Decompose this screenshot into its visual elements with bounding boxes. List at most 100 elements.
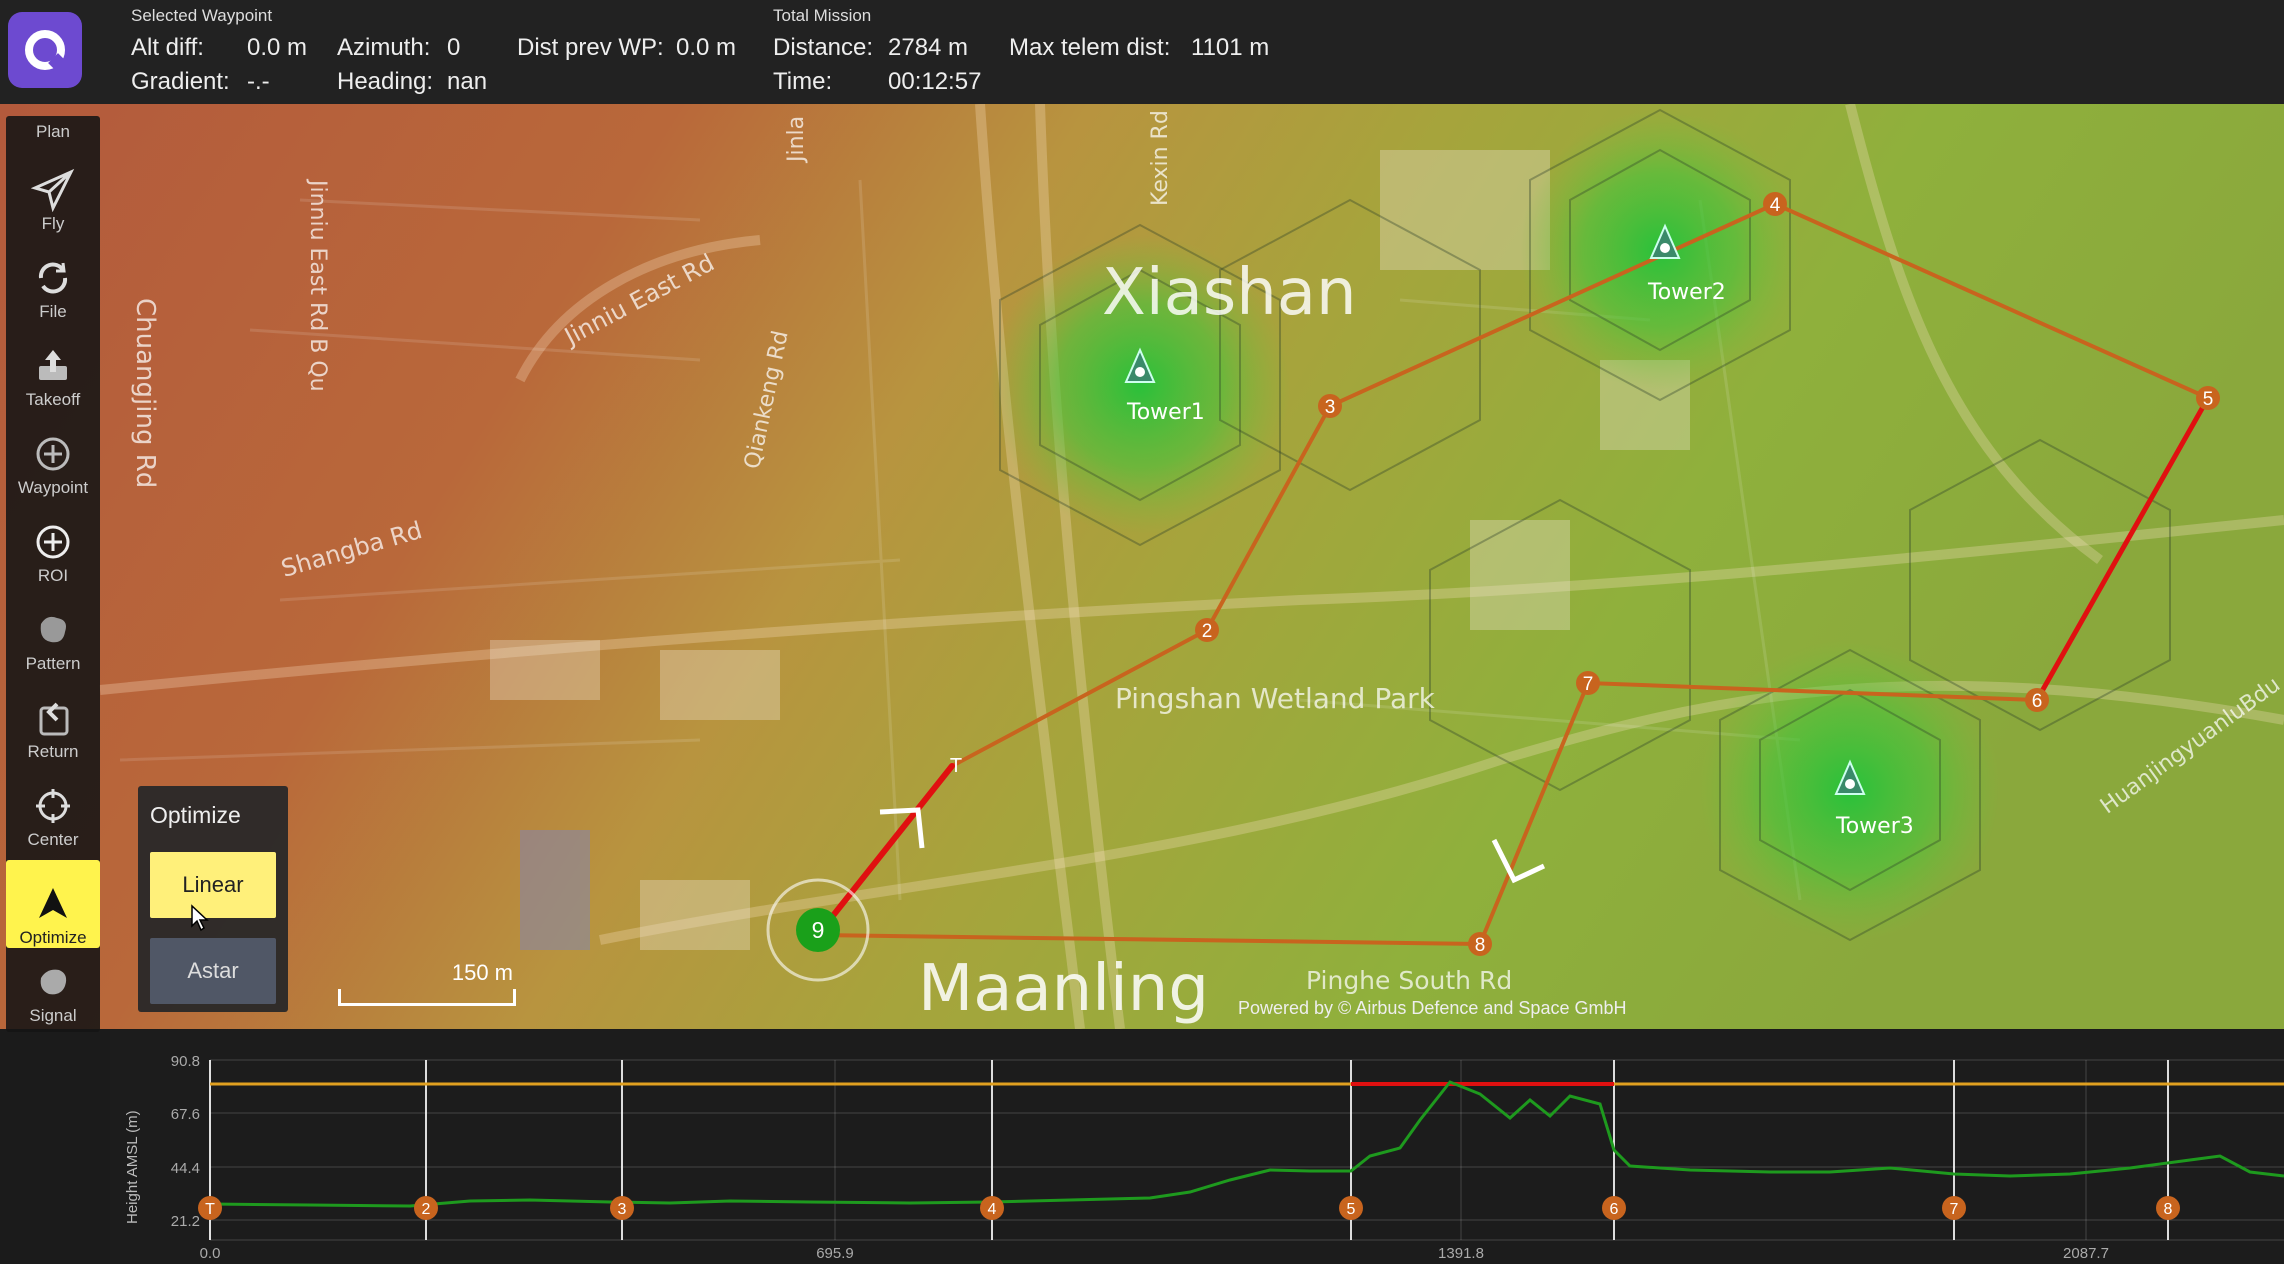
map-label-maanling: Maanling [918, 952, 1209, 1026]
paper-plane-icon [31, 168, 75, 212]
map-view[interactable]: T 2 3 4 5 6 7 8 9 Xiashan Maanling Pings… [0, 104, 2284, 1029]
time-value: 00:12:57 [888, 68, 982, 95]
tool-signal-label: Signal [29, 1006, 77, 1025]
chart-waypoint-7-label: 7 [1950, 1201, 1959, 1218]
waypoint-4-label: 4 [1770, 195, 1781, 216]
plus-circle-icon [31, 432, 75, 476]
waypoint-3[interactable]: 3 [1318, 394, 1342, 418]
x-tick-label: 1391.8 [1438, 1245, 1484, 1262]
arrow-up-icon [31, 882, 75, 926]
waypoint-3-label: 3 [1325, 397, 1336, 418]
tool-optimize[interactable]: Optimize [6, 860, 100, 948]
tool-return[interactable]: Return [6, 674, 100, 762]
azimuth-label: Azimuth: [337, 34, 431, 61]
tool-takeoff-label: Takeoff [25, 390, 81, 409]
waypoint-T[interactable]: T [950, 755, 962, 777]
terrain-profile-plot: T 2 3 4 5 6 7 8 90.8 67.6 44.4 21.2 0.0 … [171, 1053, 2284, 1262]
waypoint-7-label: 7 [1583, 674, 1594, 695]
map-label-xiashan: Xiashan [1102, 256, 1357, 330]
plus-circle-icon [31, 520, 75, 564]
signal-icon [31, 960, 75, 1004]
waypoint-2[interactable]: 2 [1195, 618, 1219, 642]
chart-waypoint-3[interactable]: 3 [610, 1196, 634, 1220]
tool-signal[interactable]: Signal [6, 938, 100, 1026]
chart-waypoint-6[interactable]: 6 [1602, 1196, 1626, 1220]
waypoint-7[interactable]: 7 [1576, 671, 1600, 695]
heading-value: nan [447, 68, 488, 95]
tool-center-label: Center [27, 830, 79, 849]
map-label-pinghe-south-rd: Pinghe South Rd [1306, 966, 1513, 995]
map-scale-label: 150 m [451, 960, 513, 985]
tool-roi-label: ROI [37, 566, 69, 585]
tool-return-label: Return [27, 742, 79, 761]
pattern-icon [31, 608, 75, 652]
waypoint-T-label: T [950, 755, 962, 777]
distance-value: 2784 m [888, 34, 969, 61]
mouse-cursor-icon [191, 904, 209, 932]
waypoint-8-label: 8 [1475, 935, 1486, 956]
waypoint-5[interactable]: 5 [2196, 386, 2220, 410]
tool-roi[interactable]: ROI [6, 498, 100, 586]
plan-toolbar: Plan Fly File Takeoff Waypoint ROI Patte… [6, 116, 100, 1032]
azimuth-value: 0 [447, 34, 461, 61]
tool-fly-label: Fly [41, 214, 65, 233]
dist-prev-wp-value: 0.0 m [676, 34, 737, 61]
time-label: Time: [773, 68, 833, 95]
mission-status-bar: Selected Waypoint Alt diff: 0.0 m Azimut… [0, 0, 2284, 104]
chart-waypoint-7[interactable]: 7 [1942, 1196, 1966, 1220]
waypoint-9-label: 9 [812, 917, 825, 943]
x-tick-label: 2087.7 [2063, 1245, 2109, 1262]
alt-diff-value: 0.0 m [247, 34, 308, 61]
tool-center[interactable]: Center [6, 762, 100, 850]
chart-waypoint-8-label: 8 [2164, 1201, 2173, 1218]
chart-waypoint-4-label: 4 [988, 1201, 997, 1218]
waypoint-4[interactable]: 4 [1763, 192, 1787, 216]
heading-label: Heading: [337, 68, 434, 95]
chart-waypoint-T[interactable]: T [198, 1196, 222, 1220]
tool-takeoff[interactable]: Takeoff [6, 322, 100, 410]
dist-prev-wp-label: Dist prev WP: [517, 34, 664, 61]
x-tick-label: 695.9 [816, 1245, 854, 1262]
chart-waypoint-2-label: 2 [422, 1201, 431, 1218]
terrain-profile-chart[interactable]: T 2 3 4 5 6 7 8 90.8 67.6 44.4 21.2 0.0 … [110, 1030, 2284, 1264]
chart-waypoint-5[interactable]: 5 [1339, 1196, 1363, 1220]
gradient-label: Gradient: [131, 68, 230, 95]
max-telem-dist-value: 1101 m [1191, 34, 1270, 61]
optimize-astar-button[interactable]: Astar [150, 938, 276, 1004]
takeoff-icon [31, 344, 75, 388]
waypoint-8[interactable]: 8 [1468, 932, 1492, 956]
map-label-jinniu-east-rd-b-qu: Jinniu East Rd B Qu [305, 180, 330, 392]
gradient-value: -.- [247, 68, 270, 95]
tool-file[interactable]: File [6, 234, 100, 322]
distance-label: Distance: [773, 34, 874, 61]
selected-waypoint-title: Selected Waypoint [131, 6, 273, 25]
waypoint-marker-lines [209, 1060, 2169, 1240]
tool-waypoint-label: Waypoint [17, 478, 89, 497]
chart-waypoint-6-label: 6 [1610, 1201, 1619, 1218]
y-tick-label: 90.8 [171, 1053, 200, 1070]
map-label-kexin-rd: Kexin Rd [1148, 110, 1173, 206]
tower1-label: Tower1 [1127, 400, 1205, 425]
optimize-menu: Optimize Linear Astar [138, 786, 288, 1012]
tool-pattern-label: Pattern [25, 654, 81, 673]
chart-waypoint-2[interactable]: 2 [414, 1196, 438, 1220]
map-scale-bar: 150 m [338, 960, 516, 1016]
waypoint-5-label: 5 [2203, 389, 2214, 410]
map-label-jinla: Jinla [784, 115, 809, 162]
optimize-linear-button[interactable]: Linear [150, 852, 276, 918]
waypoint-6[interactable]: 6 [2025, 688, 2049, 712]
waypoint-2-label: 2 [1202, 621, 1213, 642]
map-label-chuangjing-rd: Chuangjing Rd [130, 298, 160, 489]
chart-waypoint-4[interactable]: 4 [980, 1196, 1004, 1220]
app-logo-icon[interactable] [8, 12, 82, 88]
crosshair-icon [31, 784, 75, 828]
tool-fly[interactable]: Fly [6, 146, 100, 234]
y-tick-label: 44.4 [171, 1160, 200, 1177]
x-tick-label: 0.0 [200, 1245, 221, 1262]
chart-waypoint-8[interactable]: 8 [2156, 1196, 2180, 1220]
tool-pattern[interactable]: Pattern [6, 586, 100, 674]
tower2-label: Tower2 [1648, 280, 1726, 305]
optimize-menu-title: Optimize [150, 802, 241, 828]
chart-waypoint-T-label: T [205, 1201, 215, 1218]
tool-waypoint[interactable]: Waypoint [6, 410, 100, 498]
